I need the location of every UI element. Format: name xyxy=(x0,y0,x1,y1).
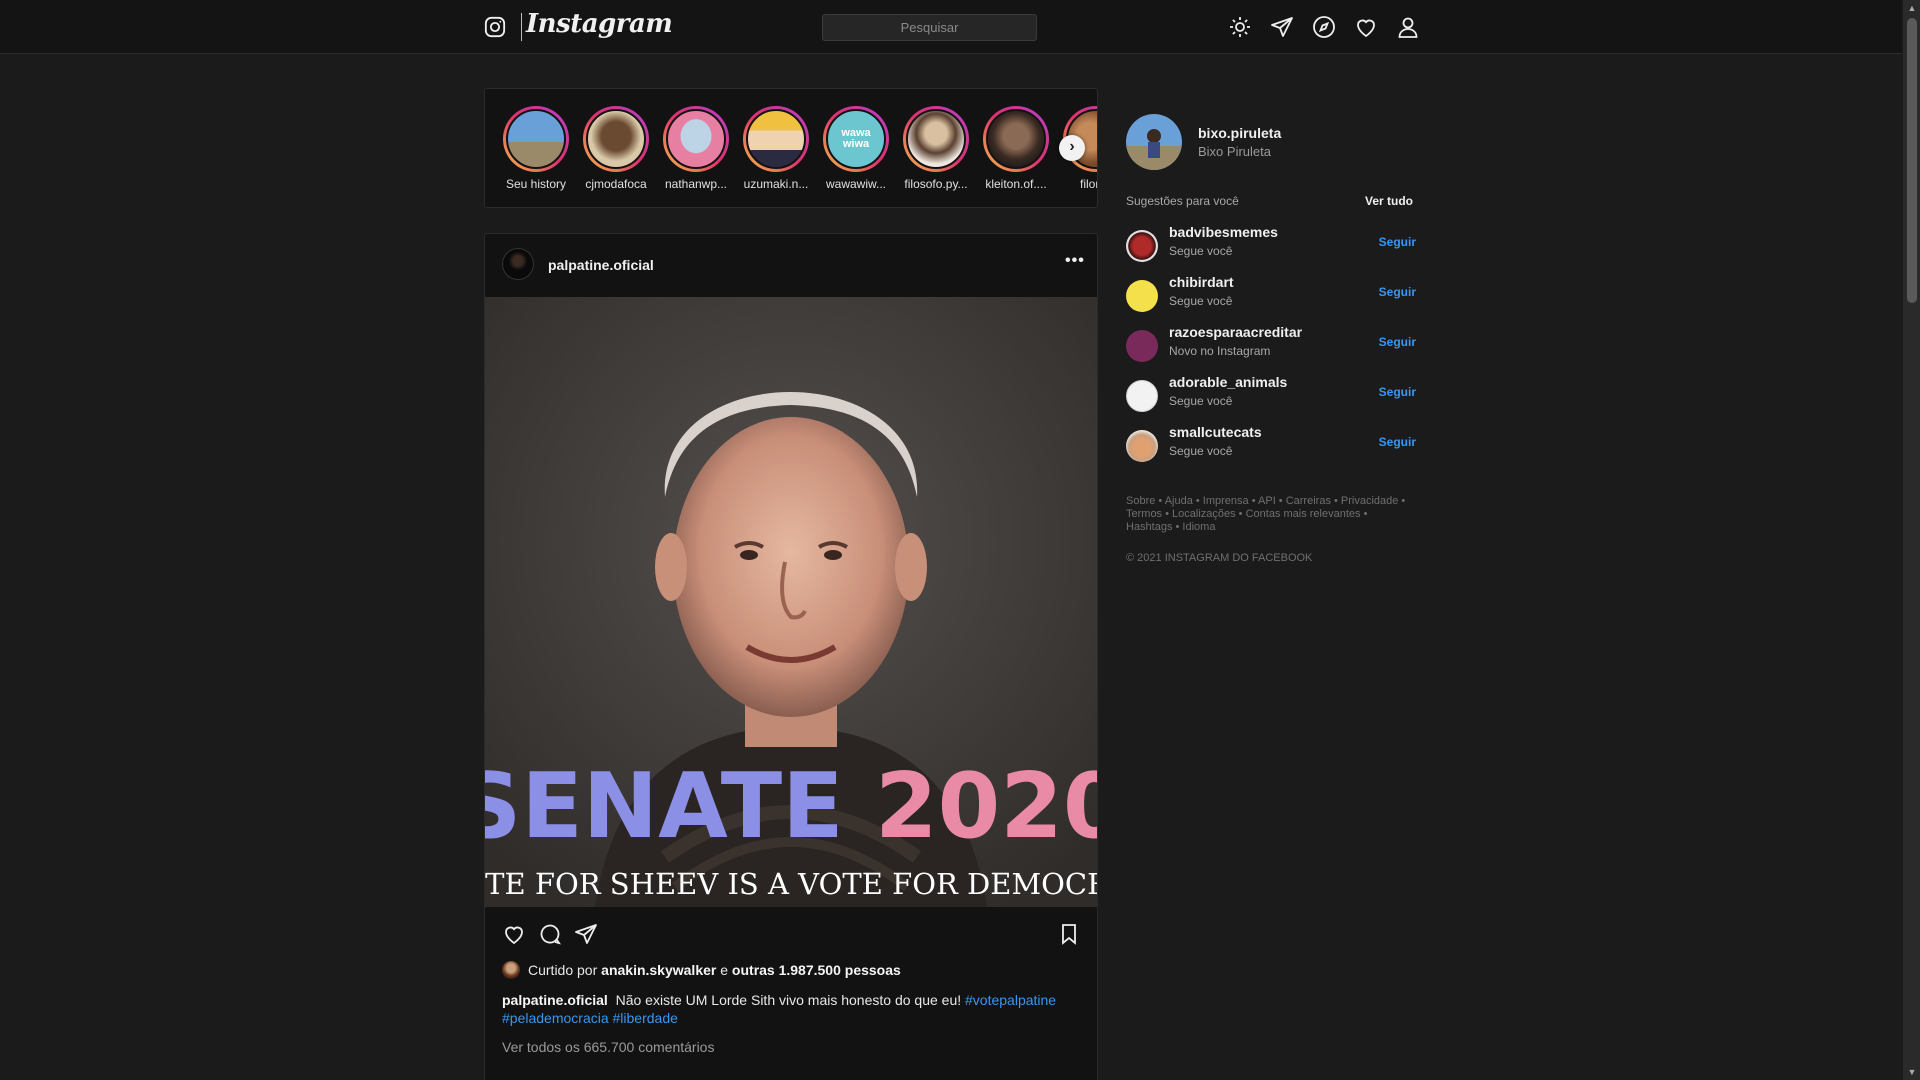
story-item[interactable]: nathanwp... xyxy=(661,106,731,191)
suggestion-avatar[interactable] xyxy=(1126,230,1158,262)
liked-mid: e xyxy=(716,962,732,978)
sun-icon[interactable] xyxy=(1228,15,1252,39)
hashtag-link[interactable]: #votepalpatine xyxy=(965,992,1056,1008)
suggestion-avatar[interactable] xyxy=(1126,380,1158,412)
comment-icon[interactable] xyxy=(538,922,562,946)
suggestion-username[interactable]: smallcutecats xyxy=(1169,424,1262,440)
logo-divider xyxy=(521,13,522,41)
follow-button[interactable]: Seguir xyxy=(1379,435,1416,449)
story-item[interactable]: uzumaki.n... xyxy=(741,106,811,191)
suggestion-username[interactable]: chibirdart xyxy=(1169,274,1234,290)
suggestion-username[interactable]: adorable_animals xyxy=(1169,374,1287,390)
caption-text: Não existe UM Lorde Sith vivo mais hones… xyxy=(615,992,962,1008)
hashtag-link[interactable]: #liberdade xyxy=(613,1010,678,1026)
stories-tray: Seu history cjmodafoca nathanwp... uzuma… xyxy=(484,88,1098,208)
story-avatar xyxy=(506,109,566,169)
suggestion-subtitle: Segue você xyxy=(1169,294,1233,308)
follow-button[interactable]: Seguir xyxy=(1379,335,1416,349)
suggestion-item: badvibesmemes Segue você Seguir xyxy=(1126,224,1416,264)
liked-prefix: Curtido por xyxy=(528,962,598,978)
follow-button[interactable]: Seguir xyxy=(1379,235,1416,249)
my-fullname: Bixo Piruleta xyxy=(1198,144,1271,159)
instagram-camera-icon[interactable] xyxy=(484,16,506,38)
story-item[interactable]: wawa wiwa wawawiw... xyxy=(821,106,891,191)
chevron-right-icon: › xyxy=(1069,138,1075,155)
story-label: cjmodafoca xyxy=(585,177,647,191)
story-item[interactable]: Seu history xyxy=(501,106,571,191)
senate-subline: A VOTE FOR SHEEV IS A VOTE FOR DEMOCRACY xyxy=(485,867,1097,901)
feed-post: palpatine.oficial ••• SENATE 202 TE FOR … xyxy=(484,233,1098,1080)
caption-username[interactable]: palpatine.oficial xyxy=(502,992,608,1008)
search-input[interactable] xyxy=(822,14,1037,41)
more-options-icon[interactable]: ••• xyxy=(1065,252,1085,270)
story-label: Seu history xyxy=(505,177,567,191)
suggestion-item: smallcutecats Segue você Seguir xyxy=(1126,424,1416,464)
suggestion-item: chibirdart Segue você Seguir xyxy=(1126,274,1416,314)
post-author-avatar[interactable] xyxy=(502,248,534,280)
story-avatar xyxy=(746,109,806,169)
post-author-username[interactable]: palpatine.oficial xyxy=(548,257,654,273)
post-caption: palpatine.oficial Não existe UM Lorde Si… xyxy=(502,991,1082,1027)
liked-others[interactable]: outras 1.987.500 pessoas xyxy=(732,962,901,978)
liked-user[interactable]: anakin.skywalker xyxy=(601,962,716,978)
suggestion-subtitle: Segue você xyxy=(1169,444,1233,458)
explore-compass-icon[interactable] xyxy=(1312,15,1336,39)
story-label: uzumaki.n... xyxy=(743,177,809,191)
suggestion-subtitle: Segue você xyxy=(1169,394,1233,408)
copyright-text: © 2021 INSTAGRAM DO FACEBOOK xyxy=(1126,552,1313,564)
story-label: wawawiw... xyxy=(825,177,887,191)
liked-by-avatar[interactable] xyxy=(502,961,520,979)
suggestion-avatar[interactable] xyxy=(1126,280,1158,312)
story-label: filosofo.py... xyxy=(904,177,968,191)
suggestion-avatar[interactable] xyxy=(1126,330,1158,362)
story-label: kleiton.of.... xyxy=(985,177,1047,191)
bookmark-icon[interactable] xyxy=(1057,922,1081,946)
post-image[interactable]: SENATE 2020 A VOTE FOR SHEEV IS A VOTE F… xyxy=(485,297,1097,907)
suggestion-username[interactable]: badvibesmemes xyxy=(1169,224,1278,240)
profile-icon[interactable] xyxy=(1396,15,1420,39)
suggestions-title: Sugestões para você xyxy=(1126,194,1239,208)
stories-next-button[interactable]: › xyxy=(1059,135,1085,161)
story-avatar xyxy=(666,109,726,169)
follow-button[interactable]: Seguir xyxy=(1379,285,1416,299)
story-item[interactable]: filosofo.py... xyxy=(901,106,971,191)
story-label: nathanwp... xyxy=(664,177,728,191)
senate-headline-left: SENATE xyxy=(485,754,844,859)
follow-button[interactable]: Seguir xyxy=(1379,385,1416,399)
scrollbar-thumb[interactable] xyxy=(1907,18,1917,303)
story-avatar xyxy=(586,109,646,169)
suggestion-item: adorable_animals Segue você Seguir xyxy=(1126,374,1416,414)
story-avatar: wawa wiwa xyxy=(826,109,886,169)
story-label: filomo xyxy=(1079,177,1097,191)
heart-icon[interactable] xyxy=(1354,15,1378,39)
my-profile-avatar[interactable] xyxy=(1126,114,1182,170)
suggestion-subtitle: Segue você xyxy=(1169,244,1233,258)
footer-links[interactable]: Sobre • Ajuda • Imprensa • API • Carreir… xyxy=(1126,495,1416,534)
direct-send-icon[interactable] xyxy=(1270,15,1294,39)
hashtag-link[interactable]: #pelademocracia xyxy=(502,1010,609,1026)
suggestion-username[interactable]: razoesparaacreditar xyxy=(1169,324,1302,340)
suggestion-item: razoesparaacreditar Novo no Instagram Se… xyxy=(1126,324,1416,364)
scroll-up-arrow-icon[interactable]: ▲ xyxy=(1907,3,1917,13)
post-photo: SENATE 2020 A VOTE FOR SHEEV IS A VOTE F… xyxy=(485,297,1097,907)
senate-headline: SENATE 2020 xyxy=(485,754,1097,859)
share-send-icon[interactable] xyxy=(574,922,598,946)
suggestion-avatar[interactable] xyxy=(1126,430,1158,462)
page-scrollbar[interactable]: ▲ ▼ xyxy=(1902,0,1920,1080)
top-navbar: Instagram xyxy=(0,0,1902,54)
story-item[interactable]: cjmodafoca xyxy=(581,106,651,191)
my-username[interactable]: bixo.piruleta xyxy=(1198,125,1281,141)
story-avatar xyxy=(906,109,966,169)
like-heart-icon[interactable] xyxy=(502,922,526,946)
view-all-comments-link[interactable]: Ver todos os 665.700 comentários xyxy=(502,1039,714,1055)
story-avatar xyxy=(986,109,1046,169)
see-all-link[interactable]: Ver tudo xyxy=(1365,194,1413,208)
suggestion-subtitle: Novo no Instagram xyxy=(1169,344,1271,358)
scroll-down-arrow-icon[interactable]: ▼ xyxy=(1907,1067,1917,1077)
instagram-wordmark[interactable]: Instagram xyxy=(526,9,673,39)
senate-headline-right: 2020 xyxy=(875,754,1097,859)
likes-summary[interactable]: Curtido por anakin.skywalker e outras 1.… xyxy=(528,962,901,978)
story-item[interactable]: kleiton.of.... xyxy=(981,106,1051,191)
